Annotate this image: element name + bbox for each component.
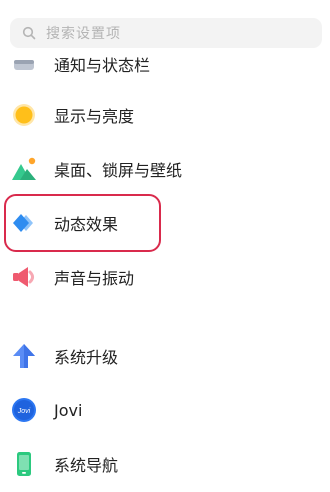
settings-item-sound-vibration[interactable]: 声音与振动 <box>0 252 330 302</box>
settings-item-label: 通知与状态栏 <box>54 56 151 75</box>
settings-item-motion-effects[interactable]: 动态效果 <box>0 198 330 248</box>
jovi-icon: Jovi <box>10 396 38 424</box>
settings-item-label: 桌面、锁屏与壁纸 <box>54 161 183 180</box>
wallpaper-mountain-icon <box>10 155 38 183</box>
settings-item-desktop-lockscreen-wallpaper[interactable]: 桌面、锁屏与壁纸 <box>0 144 330 194</box>
settings-item-label: 系统升级 <box>54 348 119 367</box>
brightness-sun-icon <box>10 101 38 129</box>
search-icon <box>21 25 37 41</box>
motion-effects-diamond-icon <box>10 209 38 237</box>
settings-item-jovi[interactable]: Jovi Jovi <box>0 385 330 435</box>
settings-item-label: 声音与振动 <box>54 269 135 288</box>
arrow-up-icon <box>10 342 38 370</box>
search-placeholder: 搜索设置项 <box>46 26 121 42</box>
settings-item-label: Jovi <box>54 400 83 420</box>
settings-item-display-brightness[interactable]: 显示与亮度 <box>0 90 330 140</box>
phone-navigation-icon <box>10 450 38 478</box>
settings-item-system-update[interactable]: 系统升级 <box>0 331 330 381</box>
settings-item-label: 显示与亮度 <box>54 107 135 126</box>
settings-item-system-navigation[interactable]: 系统导航 <box>0 439 330 489</box>
speaker-icon <box>10 263 38 291</box>
settings-item-notifications[interactable]: 通知与状态栏 <box>0 44 330 80</box>
notification-icon <box>10 48 38 76</box>
settings-item-label: 动态效果 <box>54 215 119 234</box>
settings-item-label: 系统导航 <box>54 456 119 475</box>
svg-text:Jovi: Jovi <box>17 408 31 415</box>
